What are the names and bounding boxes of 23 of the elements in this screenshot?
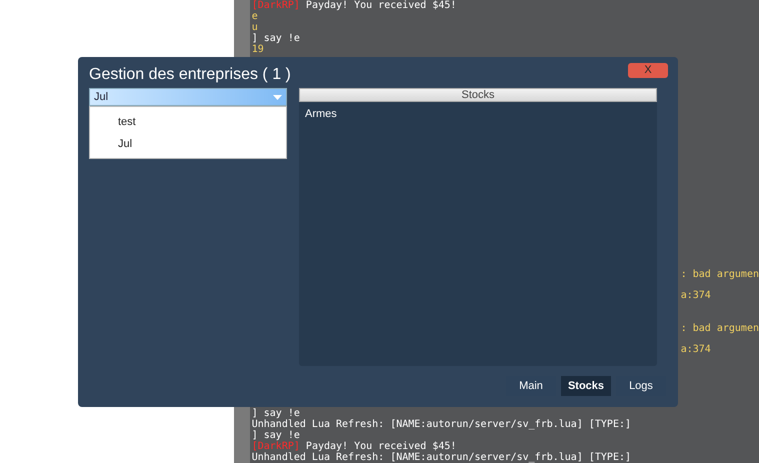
dropdown-option[interactable]: test <box>90 111 286 133</box>
console-line: ] say !e <box>252 408 301 419</box>
close-button[interactable]: X <box>628 63 668 78</box>
console-line: : bad argumen <box>680 269 759 280</box>
caret-icon <box>273 94 282 100</box>
column-header[interactable]: Stocks <box>299 88 657 102</box>
company-dropdown[interactable]: Jul <box>89 88 287 106</box>
console-line: Unhandled Lua Refresh: [NAME:autorun/server/sv_frb.lua] [TYPE:] <box>252 419 632 430</box>
console-line: [DarkRP] Payday! You received $45! <box>252 441 458 452</box>
console-line: : bad argumen <box>680 323 759 334</box>
dropdown-option[interactable]: Jul <box>90 133 286 155</box>
tab-button[interactable]: Stocks <box>561 376 611 396</box>
console-line: ] say !e <box>252 33 301 44</box>
console-line: a:374 <box>680 344 712 355</box>
window-title: Gestion des entreprises ( 1 ) <box>89 65 291 85</box>
console-line: a:374 <box>680 290 712 301</box>
console-line: [DarkRP] Payday! You received $45! <box>252 0 458 11</box>
console-line: Unhandled Lua Refresh: [NAME:autorun/server/sv_frb.lua] [TYPE:] <box>252 452 632 463</box>
console-line: ] say !e <box>252 430 301 441</box>
console-line: e <box>252 11 259 22</box>
list-item[interactable]: Armes <box>305 106 651 120</box>
console-line: u <box>252 22 259 33</box>
console-line: 19 <box>252 44 265 55</box>
